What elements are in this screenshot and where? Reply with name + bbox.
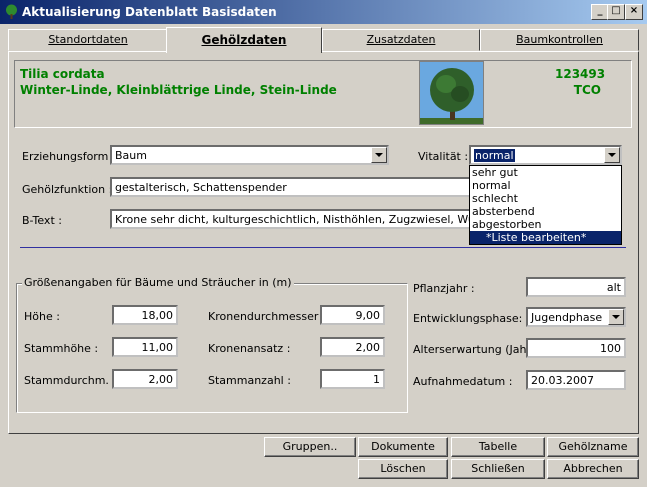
erziehungsform-label: Erziehungsform : <box>22 150 116 163</box>
tab-baumkontrollen[interactable]: Baumkontrollen <box>480 29 639 51</box>
id-number: 123493 <box>555 67 606 81</box>
btext-label: B-Text : <box>22 214 62 227</box>
entwicklungsphase-label: Entwicklungsphase: <box>413 312 523 325</box>
aufnahmedatum-field[interactable]: 20.03.2007 <box>526 370 626 390</box>
stammanzahl-label: Stammanzahl : <box>208 374 291 387</box>
list-item[interactable]: schlecht <box>470 192 621 205</box>
stammhoehe-field[interactable]: 11,00 <box>112 337 178 357</box>
gehoelzname-button[interactable]: Gehölzname <box>547 437 639 457</box>
kronendurchmesser-field[interactable]: 9,00 <box>320 305 385 325</box>
kronendurchmesser-label: Kronendurchmesser : <box>208 310 326 323</box>
kronenansatz-label: Kronenansatz : <box>208 342 291 355</box>
species-code: TCO <box>573 83 601 97</box>
alterserwartung-label: Alterserwartung (Jahre) <box>413 343 542 356</box>
linden-tree-image <box>420 62 483 124</box>
maximize-button[interactable]: □ <box>607 4 625 20</box>
tree-icon <box>6 4 17 19</box>
hoehe-label: Höhe : <box>24 310 60 323</box>
list-item[interactable]: sehr gut <box>470 166 621 179</box>
vitalitaet-label: Vitalität : <box>418 150 469 163</box>
schliessen-button[interactable]: Schließen <box>451 459 545 479</box>
stammdurchm-field[interactable]: 2,00 <box>112 369 178 389</box>
alterserwartung-field[interactable]: 100 <box>526 338 626 358</box>
vitalitaet-dropdown-list[interactable]: sehr gut normal schlecht absterbend abge… <box>469 165 622 245</box>
common-names: Winter-Linde, Kleinblättrige Linde, Stei… <box>20 83 337 97</box>
list-item[interactable]: normal <box>470 179 621 192</box>
list-item[interactable]: abgestorben <box>470 218 621 231</box>
tab-gehoelzdaten[interactable]: Gehölzdaten <box>166 27 322 53</box>
separator <box>20 247 626 248</box>
title-bar: Aktualisierung Datenblatt Basisdaten _ □… <box>0 0 647 24</box>
tabelle-button[interactable]: Tabelle <box>451 437 545 457</box>
stammdurchm-label: Stammdurchm. : <box>24 374 117 387</box>
botanical-name: Tilia cordata <box>20 67 105 81</box>
entwicklungsphase-select[interactable]: Jugendphase <box>526 307 626 327</box>
aufnahmedatum-label: Aufnahmedatum : <box>413 375 513 388</box>
loeschen-button[interactable]: Löschen <box>358 459 448 479</box>
gruppen-button[interactable]: Gruppen.. <box>264 437 356 457</box>
kronenansatz-field[interactable]: 2,00 <box>320 337 385 357</box>
list-item[interactable]: absterbend <box>470 205 621 218</box>
chevron-down-icon[interactable] <box>371 147 387 163</box>
chevron-down-icon[interactable] <box>604 147 620 163</box>
tree-photo <box>419 61 484 125</box>
gehoelzfunktion-label: Gehölzfunktion : <box>22 183 113 196</box>
pflanzjahr-field[interactable]: alt <box>526 277 626 297</box>
pflanzjahr-label: Pflanzjahr : <box>413 282 475 295</box>
dokumente-button[interactable]: Dokumente <box>358 437 448 457</box>
vitalitaet-select[interactable]: normal <box>469 145 622 165</box>
tab-standortdaten[interactable]: Standortdaten <box>8 29 168 51</box>
tab-zusatzdaten[interactable]: Zusatzdaten <box>322 29 480 51</box>
close-button[interactable]: × <box>625 4 643 20</box>
abbrechen-button[interactable]: Abbrechen <box>547 459 639 479</box>
window-title: Aktualisierung Datenblatt Basisdaten <box>22 5 277 19</box>
stammanzahl-field[interactable]: 1 <box>320 369 385 389</box>
hoehe-field[interactable]: 18,00 <box>112 305 178 325</box>
list-item-edit[interactable]: *Liste bearbeiten* <box>470 231 621 244</box>
chevron-down-icon[interactable] <box>608 309 624 325</box>
size-group-title: Größenangaben für Bäume und Sträucher in… <box>22 276 294 289</box>
stammhoehe-label: Stammhöhe : <box>24 342 99 355</box>
erziehungsform-select[interactable]: Baum <box>110 145 389 165</box>
